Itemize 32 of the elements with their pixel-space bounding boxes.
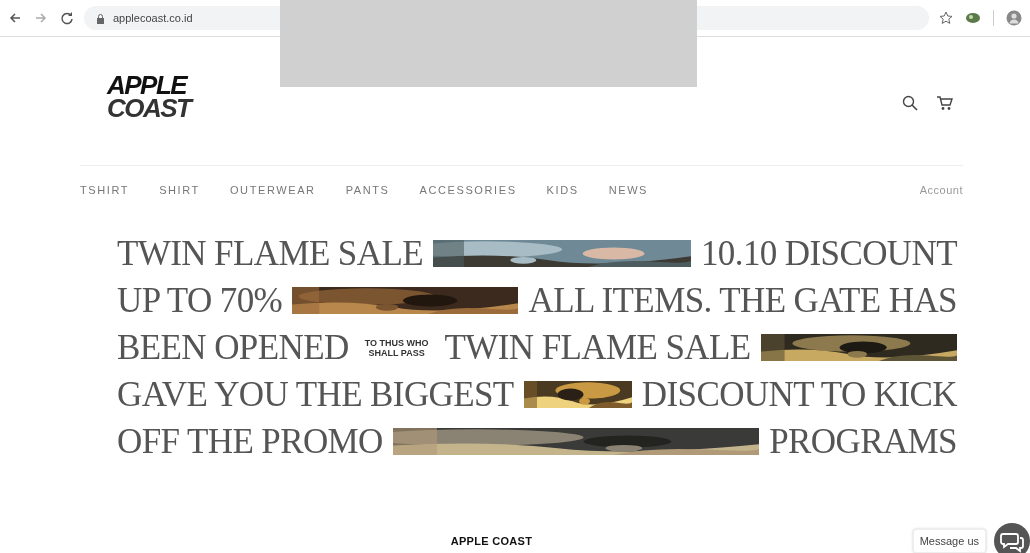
headline-text: UP TO 70% [117, 280, 283, 321]
nav-link[interactable]: PANTS [345, 184, 390, 196]
nav-link[interactable]: ACCESSORIES [419, 184, 517, 196]
nav-link[interactable]: OUTERWEAR [229, 184, 316, 196]
headline-text: BEEN OPENED [117, 327, 349, 368]
nav-link[interactable]: KIDS [546, 184, 579, 196]
back-icon[interactable] [8, 11, 22, 25]
star-icon[interactable] [939, 11, 953, 25]
headline-text: ALL ITEMS. THE GATE HAS [528, 280, 957, 321]
headline-text: GAVE YOU THE BIGGEST [117, 374, 514, 415]
nav-link[interactable]: TSHIRT [80, 184, 130, 196]
chat-button-icon[interactable] [994, 523, 1030, 553]
headline-text: TWIN FLAME SALE [444, 327, 751, 368]
message-us-label[interactable]: Message us [912, 529, 986, 553]
cart-icon[interactable] [936, 95, 953, 111]
account-link[interactable]: Account [919, 184, 963, 196]
search-icon[interactable] [902, 95, 918, 111]
url-text: applecoast.co.id [113, 12, 193, 24]
footer-brand: APPLE COAST [450, 535, 533, 547]
nav-link[interactable]: NEWS [608, 184, 649, 196]
headline-text: PROGRAMS [769, 421, 957, 462]
logo[interactable]: APPLE COAST [107, 74, 191, 120]
lock-icon [96, 12, 105, 24]
nav-link[interactable]: SHIRT [159, 184, 200, 196]
reload-icon[interactable] [60, 11, 74, 25]
profile-avatar-icon[interactable] [1006, 10, 1022, 26]
headline-text: TWIN FLAME SALE [117, 233, 423, 274]
headline-text: 10.10 DISCOUNT [700, 233, 957, 274]
extension-icon[interactable] [965, 11, 981, 25]
headline-text: OFF THE PROMO [117, 421, 383, 462]
headline-text: DISCOUNT TO KICK [641, 374, 957, 415]
note-text: TO THUS WHO SHALL PASS [363, 337, 430, 358]
